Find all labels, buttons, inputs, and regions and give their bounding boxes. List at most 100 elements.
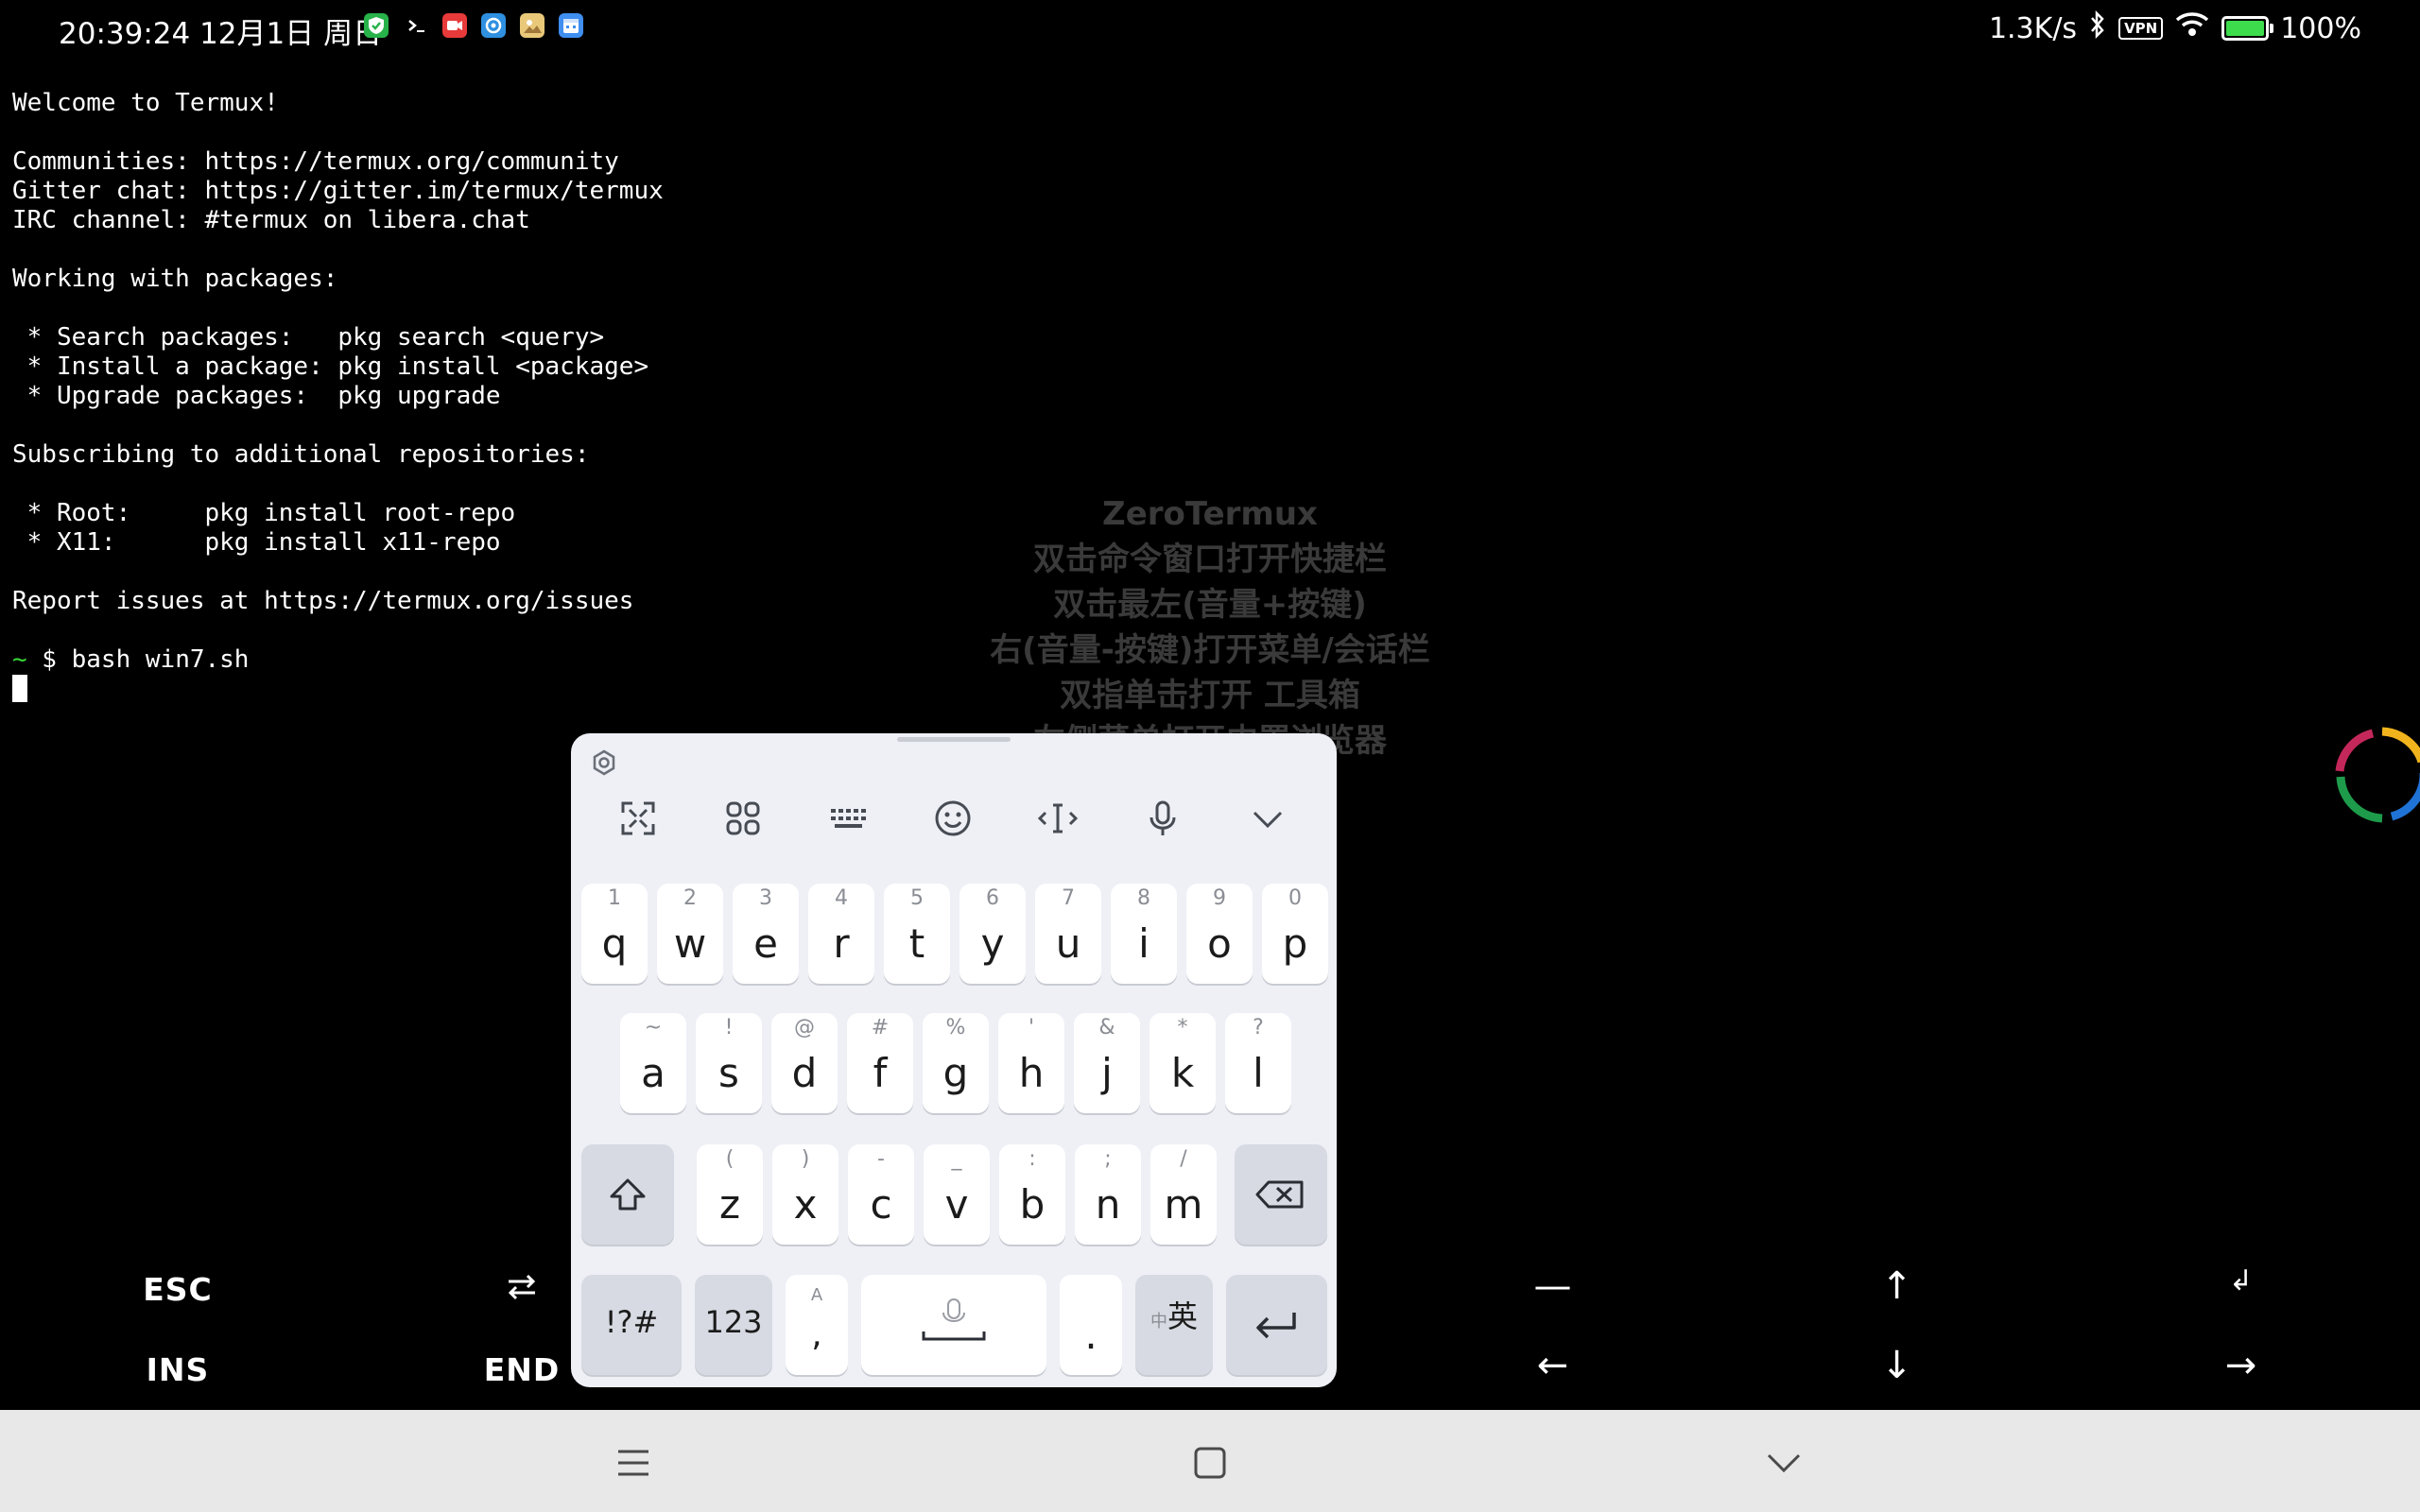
video-icon [442, 13, 467, 38]
cursor-move-icon[interactable] [1035, 796, 1080, 841]
microphone-icon[interactable] [1140, 796, 1185, 841]
key-d[interactable]: @ d [771, 1013, 838, 1113]
key-hint: 0 [1288, 886, 1302, 910]
net-speed: 1.3K/s [1988, 11, 2078, 45]
key-g[interactable]: % g [923, 1013, 989, 1113]
key-n[interactable]: ; n [1075, 1144, 1141, 1245]
terminal-line: Working with packages: [12, 265, 338, 293]
key-label: t [908, 920, 925, 967]
key-e[interactable]: 3e [733, 884, 799, 984]
status-time: 20:39:24 12月1日 周日 [59, 17, 383, 51]
enter-key-keyboard[interactable] [1226, 1275, 1327, 1375]
key-label: e [753, 920, 778, 967]
shield-icon [364, 13, 389, 38]
emoji-icon[interactable] [930, 796, 976, 841]
terminal-line: * Root: pkg install root-repo [12, 499, 516, 527]
dash-key[interactable]: — [1459, 1264, 1648, 1308]
period-key-label: . [1084, 1312, 1098, 1358]
soft-keyboard: 1q2w3e4r5t6y7u8i9o0p ~ a! s @ d # f% g ' h & j * k? l … [571, 733, 1337, 1387]
return-icon [1256, 1313, 1296, 1339]
left-arrow-key[interactable]: ← [1459, 1344, 1648, 1387]
ins-key[interactable]: INS [83, 1351, 272, 1388]
key-label: o [1207, 920, 1232, 967]
comma-key[interactable]: A , [786, 1275, 848, 1375]
language-switch-key[interactable]: 中英 [1135, 1275, 1213, 1375]
shift-key[interactable] [581, 1144, 674, 1245]
key-l[interactable]: ? l [1225, 1013, 1291, 1113]
key-hint: 4 [835, 886, 848, 910]
key-hint: * [1177, 1016, 1188, 1040]
key-label: p [1282, 920, 1308, 967]
key-a[interactable]: ~ a [620, 1013, 686, 1113]
tab-icon [508, 1274, 536, 1300]
battery-fill [2226, 21, 2265, 36]
apps-grid-icon[interactable] [720, 796, 766, 841]
key-label: v [944, 1181, 969, 1228]
key-t[interactable]: 5t [884, 884, 950, 984]
menu-icon[interactable] [611, 1440, 656, 1486]
key-hint: ; [1104, 1147, 1112, 1171]
key-u[interactable]: 7u [1035, 884, 1101, 984]
terminal-output[interactable]: Welcome to Termux! Communities: https://t… [12, 89, 664, 704]
key-k[interactable]: * k [1150, 1013, 1216, 1113]
key-m[interactable]: / m [1150, 1144, 1217, 1245]
key-r[interactable]: 4r [808, 884, 874, 984]
key-s[interactable]: ! s [696, 1013, 762, 1113]
key-i[interactable]: 8i [1111, 884, 1177, 984]
bluetooth-icon [2088, 9, 2107, 47]
key-j[interactable]: & j [1074, 1013, 1140, 1113]
period-key[interactable]: . [1060, 1275, 1122, 1375]
key-f[interactable]: # f [847, 1013, 913, 1113]
key-z[interactable]: (z [697, 1144, 763, 1245]
key-label: a [641, 1050, 666, 1096]
key-hint: & [1098, 1016, 1115, 1040]
space-key[interactable] [861, 1275, 1046, 1375]
key-w[interactable]: 2w [657, 884, 723, 984]
settings-icon[interactable] [588, 747, 620, 779]
terminal-line: * Upgrade packages: pkg upgrade [12, 382, 501, 410]
keyboard-layout-icon[interactable] [825, 796, 871, 841]
key-y[interactable]: 6y [959, 884, 1026, 984]
key-hint: 5 [910, 886, 924, 910]
key-label: r [833, 920, 850, 967]
right-arrow-key[interactable]: → [2147, 1344, 2336, 1387]
symbols-key-label: !?# [604, 1304, 659, 1340]
back-chevron-icon[interactable] [1761, 1440, 1806, 1486]
key-v[interactable]: _ v [924, 1144, 990, 1245]
key-o[interactable]: 9o [1186, 884, 1253, 984]
comma-key-sub: A [810, 1285, 823, 1305]
collapse-chevron-icon[interactable] [1245, 796, 1290, 841]
down-arrow-key[interactable]: ↓ [1803, 1344, 1992, 1387]
keyboard-drag-handle[interactable] [897, 737, 1011, 742]
enter-key[interactable]: ↲ [2147, 1264, 2336, 1297]
key-c[interactable]: -c [848, 1144, 914, 1245]
key-label: u [1055, 920, 1081, 967]
key-p[interactable]: 0p [1262, 884, 1328, 984]
battery-icon [2221, 16, 2274, 41]
expand-icon[interactable] [615, 796, 661, 841]
esc-key[interactable]: ESC [83, 1271, 272, 1308]
home-icon[interactable] [1187, 1440, 1233, 1486]
key-hint: ! [724, 1016, 734, 1040]
terminal-line: Welcome to Termux! [12, 89, 279, 117]
text-cursor [12, 675, 27, 702]
terminal-line: Subscribing to additional repositories: [12, 440, 590, 469]
numbers-key[interactable]: 123 [695, 1275, 772, 1375]
key-hint: 9 [1213, 886, 1226, 910]
symbols-key[interactable]: !?# [581, 1275, 682, 1375]
key-hint: / [1180, 1147, 1187, 1171]
key-q[interactable]: 1q [581, 884, 648, 984]
backspace-key[interactable] [1235, 1144, 1327, 1245]
key-label: s [718, 1050, 739, 1096]
key-label: i [1138, 920, 1150, 967]
key-x[interactable]: ) x [772, 1144, 838, 1245]
key-h[interactable]: ' h [998, 1013, 1064, 1113]
key-hint: 1 [608, 886, 621, 910]
floating-ball-icon[interactable] [2335, 726, 2420, 826]
key-b[interactable]: :b [999, 1144, 1065, 1245]
up-arrow-key[interactable]: ↑ [1803, 1264, 1992, 1308]
